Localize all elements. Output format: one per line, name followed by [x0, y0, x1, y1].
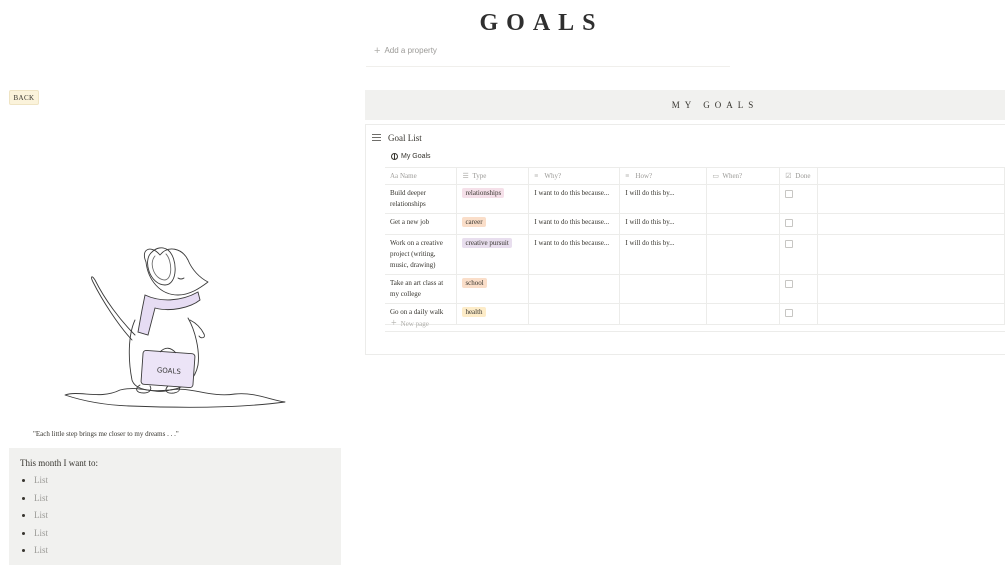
done-checkbox[interactable]: [785, 219, 794, 227]
list-item[interactable]: List: [34, 526, 48, 544]
column-header-name[interactable]: Aa Name: [385, 167, 458, 185]
type-tag: school: [462, 278, 487, 288]
cell-why[interactable]: I want to do this because...: [528, 213, 621, 235]
cell-why[interactable]: [528, 303, 621, 325]
list-icon: ☰: [462, 172, 469, 180]
table-row[interactable]: Work on a creative project (writing, mus…: [385, 234, 1005, 275]
table-row[interactable]: Take an art class at my college school: [385, 274, 1005, 304]
page-title: GOALS: [479, 10, 604, 36]
type-tag: creative pursuit: [462, 238, 512, 248]
column-header-how[interactable]: ≡ How?: [619, 167, 708, 185]
table-row[interactable]: Build deeper relationships relationships…: [385, 184, 1005, 214]
done-checkbox[interactable]: [785, 309, 794, 317]
month-title: This month I want to:: [20, 458, 98, 468]
cell-spacer: [817, 184, 1005, 214]
table-header-row: Aa Name ☰ Type ≡ Why? ≡ How? ▭ When? ☑ Done: [385, 167, 1005, 185]
cell-done[interactable]: [779, 213, 819, 235]
divider: [366, 66, 730, 67]
cell-how[interactable]: I will do this by...: [619, 213, 708, 235]
hamburger-icon[interactable]: [372, 134, 381, 143]
cell-how[interactable]: I will do this by...: [619, 184, 708, 214]
plus-icon: +: [391, 318, 397, 329]
mouse-illustration: GOALS: [64, 247, 286, 408]
column-header-why[interactable]: ≡ Why?: [528, 167, 621, 185]
quote-text: "Each little step brings me closer to my…: [33, 430, 179, 438]
my-goals-heading: MY GOALS: [671, 100, 759, 110]
globe-icon: [391, 153, 398, 160]
cell-type[interactable]: health: [456, 303, 530, 325]
type-tag: career: [462, 217, 486, 227]
table-row[interactable]: Go on a daily walk health: [385, 303, 1005, 325]
my-goals-header: MY GOALS: [365, 90, 1005, 120]
checkbox-icon: ☑: [785, 172, 792, 180]
cell-when[interactable]: [706, 234, 781, 275]
type-tag: health: [462, 307, 486, 317]
cell-why[interactable]: [528, 274, 621, 304]
cell-when[interactable]: [706, 274, 781, 304]
cell-done[interactable]: [779, 274, 819, 304]
table-row[interactable]: Get a new job career I want to do this b…: [385, 213, 1005, 235]
column-header-spacer: [817, 167, 1005, 185]
view-tab-label: My Goals: [401, 153, 431, 160]
lines-icon: ≡: [625, 172, 630, 180]
done-checkbox[interactable]: [785, 190, 794, 198]
cell-why[interactable]: I want to do this because...: [528, 234, 621, 275]
cell-how[interactable]: [619, 303, 708, 325]
lines-icon: ≡: [534, 172, 539, 180]
month-list: List List List List List: [22, 473, 48, 561]
column-header-done[interactable]: ☑ Done: [779, 167, 819, 185]
column-header-when[interactable]: ▭ When?: [706, 167, 781, 185]
cell-name[interactable]: Build deeper relationships: [385, 184, 458, 214]
cell-name[interactable]: Get a new job: [385, 213, 458, 235]
cell-type[interactable]: school: [456, 274, 530, 304]
list-item[interactable]: List: [34, 543, 48, 561]
plus-icon: +: [374, 44, 381, 57]
suitcase-icon: GOALS: [140, 347, 196, 389]
list-item[interactable]: List: [34, 491, 48, 509]
cell-type[interactable]: creative pursuit: [456, 234, 530, 275]
cell-spacer: [817, 213, 1005, 235]
type-tag: relationships: [462, 188, 505, 198]
divider: [385, 331, 1005, 332]
cell-done[interactable]: [779, 234, 819, 275]
done-checkbox[interactable]: [785, 240, 794, 248]
view-tab-my-goals[interactable]: My Goals: [391, 153, 431, 160]
back-button[interactable]: BACK: [9, 90, 39, 105]
cell-name[interactable]: Work on a creative project (writing, mus…: [385, 234, 458, 275]
cell-when[interactable]: [706, 213, 781, 235]
cell-why[interactable]: I want to do this because...: [528, 184, 621, 214]
cell-spacer: [817, 303, 1005, 325]
cell-done[interactable]: [779, 303, 819, 325]
add-property-button[interactable]: + Add a property: [374, 44, 437, 57]
month-callout: This month I want to: List List List Lis…: [9, 448, 341, 565]
cell-when[interactable]: [706, 303, 781, 325]
cell-spacer: [817, 234, 1005, 275]
cell-type[interactable]: career: [456, 213, 530, 235]
cell-how[interactable]: [619, 274, 708, 304]
list-item[interactable]: List: [34, 508, 48, 526]
suitcase-label: GOALS: [157, 366, 182, 376]
goals-table: Aa Name ☰ Type ≡ Why? ≡ How? ▭ When? ☑ Done Bu…: [385, 167, 1005, 325]
cell-type[interactable]: relationships: [456, 184, 530, 214]
cell-how[interactable]: I will do this by...: [619, 234, 708, 275]
cell-name[interactable]: Take an art class at my college: [385, 274, 458, 304]
cell-spacer: [817, 274, 1005, 304]
database-title[interactable]: Goal List: [388, 133, 422, 143]
new-page-button[interactable]: + New page: [391, 318, 429, 329]
done-checkbox[interactable]: [785, 280, 794, 288]
new-page-label: New page: [400, 319, 429, 328]
calendar-icon: ▭: [712, 172, 719, 180]
column-header-type[interactable]: ☰ Type: [456, 167, 530, 185]
cell-done[interactable]: [779, 184, 819, 214]
list-item[interactable]: List: [34, 473, 48, 491]
text-icon: Aa: [390, 172, 399, 180]
cell-when[interactable]: [706, 184, 781, 214]
add-property-label: Add a property: [384, 46, 437, 55]
